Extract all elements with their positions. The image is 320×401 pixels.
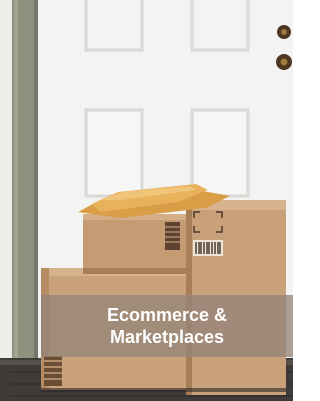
category-tile[interactable]: Ecommerce & Marketplaces — [0, 0, 293, 401]
category-title: Ecommerce & Marketplaces — [106, 305, 228, 347]
category-caption-overlay: Ecommerce & Marketplaces — [41, 295, 293, 357]
left-wall — [0, 0, 12, 360]
